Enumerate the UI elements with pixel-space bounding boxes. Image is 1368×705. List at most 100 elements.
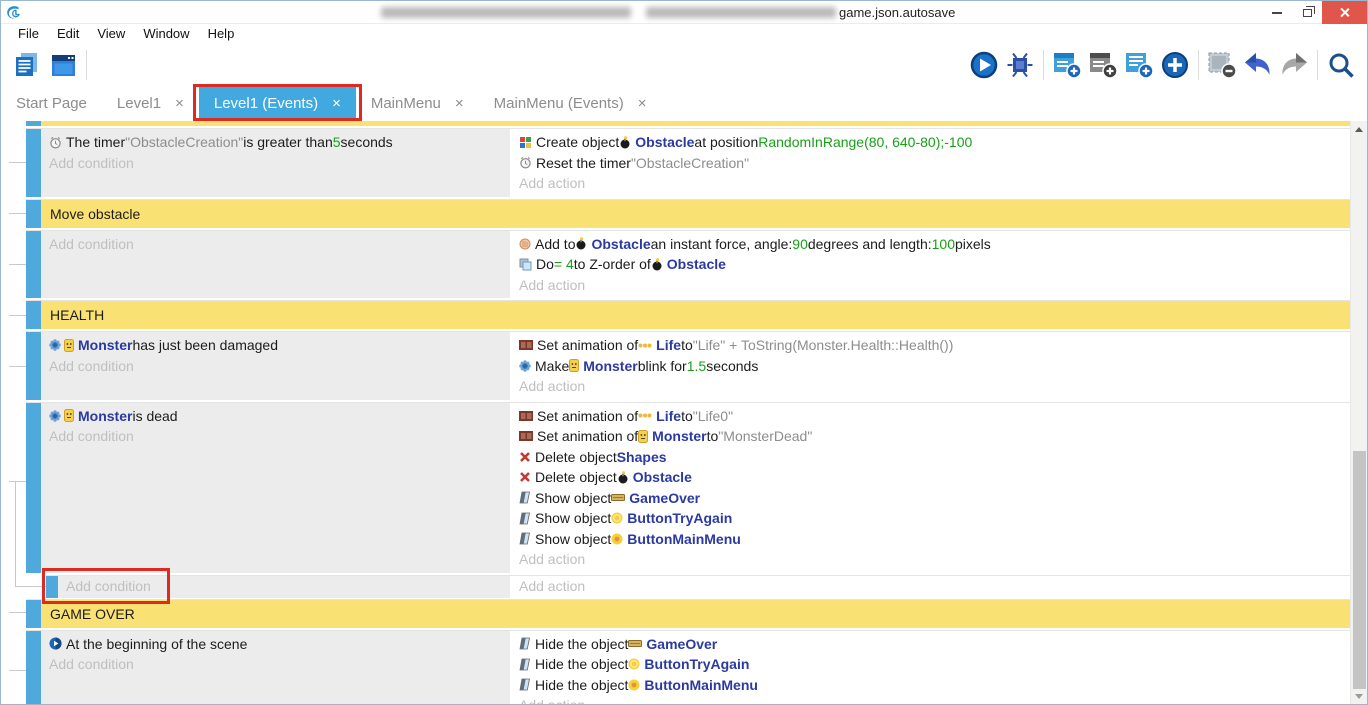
add-extra-button[interactable] [1157,47,1193,83]
tab-start-page[interactable]: Start Page [1,86,102,121]
condition-line[interactable]: The timer "ObstacleCreation" is greater … [49,132,510,153]
tab-mainmenu-events[interactable]: MainMenu (Events) × [479,86,662,121]
scroll-down-icon[interactable] [1351,689,1367,704]
tab-close-icon[interactable]: × [175,95,184,112]
add-action[interactable]: Add action [519,695,1350,705]
action-line[interactable]: Show object ButtonTryAgain [519,508,1350,529]
menu-help[interactable]: Help [199,26,244,41]
action-line[interactable]: Set animation of Monster to "MonsterDead… [519,426,1350,447]
action-line[interactable]: Hide the object ButtonTryAgain [519,654,1350,675]
event-handle[interactable] [26,121,41,126]
conditions-cell: Add condition [58,576,511,598]
condition-line[interactable]: Monster has just been damaged [49,335,510,356]
vertical-scrollbar[interactable] [1350,121,1367,705]
action-line[interactable]: Set animation of Life to "Life" + ToStri… [519,335,1350,356]
action-line[interactable]: Show object ButtonMainMenu [519,529,1350,550]
event-handle[interactable] [26,200,41,228]
action-line[interactable]: Create object Obstacle at position Rando… [519,132,1350,153]
monster-icon [569,359,579,372]
animation-icon [519,411,533,421]
action-line[interactable]: Add to Obstacle an instant force, angle:… [519,234,1350,255]
debug-button[interactable] [1002,47,1038,83]
add-condition[interactable]: Add condition [49,234,510,255]
add-action[interactable]: Add action [519,576,1350,597]
text: at position [694,134,758,150]
comment-text[interactable] [41,121,1350,126]
text: to [681,337,693,353]
behavior-icon [519,360,531,372]
project-manager-button[interactable] [9,47,45,83]
comment-text[interactable]: HEALTH [41,301,1350,329]
life-icon [638,341,652,350]
event-handle[interactable] [26,129,41,197]
debug-icon [1005,50,1035,80]
minimize-button[interactable] [1262,1,1292,24]
add-condition[interactable]: Add condition [66,576,510,597]
event-handle[interactable] [46,576,58,598]
add-condition[interactable]: Add condition [49,426,510,447]
action-line[interactable]: Do = 4 to Z-order of Obstacle [519,254,1350,275]
add-action[interactable]: Add action [519,275,1350,296]
scene-editor-button[interactable] [45,47,81,83]
tab-close-icon[interactable]: × [455,95,464,112]
menu-edit[interactable]: Edit [48,26,88,41]
gameover-icon [611,493,625,502]
action-line[interactable]: Hide the object GameOver [519,634,1350,655]
comment-text[interactable]: Move obstacle [41,200,1350,228]
action-line[interactable]: Show object GameOver [519,488,1350,509]
add-action[interactable]: Add action [519,376,1350,397]
add-event-button[interactable] [1049,47,1085,83]
conditions-cell: Monster has just been damagedAdd conditi… [41,332,511,400]
play-button[interactable] [966,47,1002,83]
condition-line[interactable]: At the beginning of the scene [49,634,510,655]
project-manager-icon [12,50,42,80]
action-line[interactable]: Delete object Shapes [519,447,1350,468]
object-name: Obstacle [591,236,650,252]
action-line[interactable]: Reset the timer "ObstacleCreation" [519,153,1350,174]
object-name: Monster [583,358,637,374]
event-handle[interactable] [26,631,41,705]
text: Hide the object [535,656,628,672]
search-button[interactable] [1323,47,1359,83]
add-action[interactable]: Add action [519,549,1350,570]
tab-mainmenu[interactable]: MainMenu × [356,86,479,121]
event-row: Monster is deadAdd condition Set animatio… [26,402,1350,573]
action-line[interactable]: Set animation of Life to "Life0" [519,406,1350,427]
tab-close-icon[interactable]: × [638,95,647,112]
redo-button[interactable] [1276,47,1312,83]
event-handle[interactable] [26,403,41,573]
event-handle[interactable] [26,332,41,400]
action-line[interactable]: Make Monster blink for 1.5 seconds [519,356,1350,377]
add-condition[interactable]: Add condition [49,654,510,675]
menu-file[interactable]: File [9,26,48,41]
tab-close-icon[interactable]: × [332,95,341,112]
bomb-icon [619,136,631,149]
add-comment-icon [1123,50,1155,80]
add-comment-button[interactable] [1121,47,1157,83]
toolbar-separator [86,50,87,80]
undo-button[interactable] [1240,47,1276,83]
comment-text[interactable]: GAME OVER [41,600,1350,628]
restore-button[interactable] [1292,1,1322,24]
force-icon [519,238,531,250]
scroll-up-icon[interactable] [1351,122,1367,137]
add-subevent-button[interactable] [1085,47,1121,83]
scrollbar-thumb[interactable] [1353,451,1366,689]
menu-window[interactable]: Window [134,26,198,41]
event-handle[interactable] [26,600,41,628]
tab-level1-events[interactable]: Level1 (Events) × [199,86,356,121]
add-condition[interactable]: Add condition [49,153,510,174]
event-handle[interactable] [26,231,41,299]
add-condition[interactable]: Add condition [49,356,510,377]
condition-line[interactable]: Monster is dead [49,406,510,427]
menu-view[interactable]: View [88,26,134,41]
close-button[interactable] [1322,1,1367,24]
text: is dead [132,408,177,424]
remove-event-button[interactable] [1204,47,1240,83]
add-action[interactable]: Add action [519,173,1350,194]
tab-level1[interactable]: Level1 × [102,86,199,121]
event-handle[interactable] [26,301,41,329]
action-line[interactable]: Hide the object ButtonMainMenu [519,675,1350,696]
action-line[interactable]: Delete object Obstacle [519,467,1350,488]
visibility-icon [519,678,531,691]
